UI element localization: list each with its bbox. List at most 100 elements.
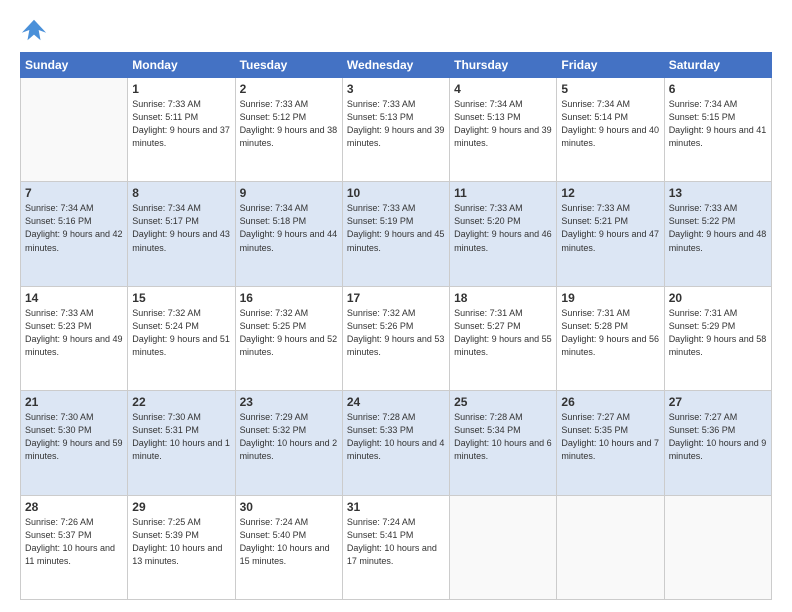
day-sun-info: Sunrise: 7:28 AM Sunset: 5:34 PM Dayligh… (454, 411, 552, 463)
calendar-day-cell: 3 Sunrise: 7:33 AM Sunset: 5:13 PM Daylig… (342, 78, 449, 182)
day-sun-info: Sunrise: 7:34 AM Sunset: 5:16 PM Dayligh… (25, 202, 123, 254)
day-sun-info: Sunrise: 7:33 AM Sunset: 5:21 PM Dayligh… (561, 202, 659, 254)
day-number: 6 (669, 82, 767, 96)
day-sun-info: Sunrise: 7:33 AM Sunset: 5:22 PM Dayligh… (669, 202, 767, 254)
day-number: 10 (347, 186, 445, 200)
calendar-day-cell: 23 Sunrise: 7:29 AM Sunset: 5:32 PM Dayli… (235, 391, 342, 495)
day-of-week-header: Thursday (450, 53, 557, 78)
calendar-day-cell: 21 Sunrise: 7:30 AM Sunset: 5:30 PM Dayli… (21, 391, 128, 495)
day-sun-info: Sunrise: 7:29 AM Sunset: 5:32 PM Dayligh… (240, 411, 338, 463)
day-sun-info: Sunrise: 7:31 AM Sunset: 5:29 PM Dayligh… (669, 307, 767, 359)
day-number: 30 (240, 500, 338, 514)
day-number: 21 (25, 395, 123, 409)
calendar-day-cell: 17 Sunrise: 7:32 AM Sunset: 5:26 PM Dayli… (342, 286, 449, 390)
day-number: 7 (25, 186, 123, 200)
calendar-day-cell: 25 Sunrise: 7:28 AM Sunset: 5:34 PM Dayli… (450, 391, 557, 495)
calendar-table: SundayMondayTuesdayWednesdayThursdayFrid… (20, 52, 772, 600)
day-sun-info: Sunrise: 7:33 AM Sunset: 5:11 PM Dayligh… (132, 98, 230, 150)
calendar-week-row: 14 Sunrise: 7:33 AM Sunset: 5:23 PM Dayli… (21, 286, 772, 390)
calendar-day-cell: 15 Sunrise: 7:32 AM Sunset: 5:24 PM Dayli… (128, 286, 235, 390)
day-number: 19 (561, 291, 659, 305)
calendar-day-cell (664, 495, 771, 599)
day-number: 20 (669, 291, 767, 305)
day-number: 16 (240, 291, 338, 305)
page: SundayMondayTuesdayWednesdayThursdayFrid… (0, 0, 792, 612)
day-sun-info: Sunrise: 7:27 AM Sunset: 5:35 PM Dayligh… (561, 411, 659, 463)
calendar-day-cell: 27Sunrise: 7:27 AM Sunset: 5:36 PM Dayli… (664, 391, 771, 495)
day-number: 2 (240, 82, 338, 96)
day-sun-info: Sunrise: 7:31 AM Sunset: 5:28 PM Dayligh… (561, 307, 659, 359)
day-number: 28 (25, 500, 123, 514)
day-sun-info: Sunrise: 7:34 AM Sunset: 5:14 PM Dayligh… (561, 98, 659, 150)
calendar-day-cell: 2 Sunrise: 7:33 AM Sunset: 5:12 PM Daylig… (235, 78, 342, 182)
day-number: 29 (132, 500, 230, 514)
day-sun-info: Sunrise: 7:28 AM Sunset: 5:33 PM Dayligh… (347, 411, 445, 463)
calendar-day-cell: 10 Sunrise: 7:33 AM Sunset: 5:19 PM Dayli… (342, 182, 449, 286)
day-sun-info: Sunrise: 7:25 AM Sunset: 5:39 PM Dayligh… (132, 516, 230, 568)
day-of-week-header: Tuesday (235, 53, 342, 78)
calendar-day-cell: 31 Sunrise: 7:24 AM Sunset: 5:41 PM Dayli… (342, 495, 449, 599)
calendar-day-cell: 6 Sunrise: 7:34 AM Sunset: 5:15 PM Daylig… (664, 78, 771, 182)
day-number: 23 (240, 395, 338, 409)
day-sun-info: Sunrise: 7:31 AM Sunset: 5:27 PM Dayligh… (454, 307, 552, 359)
calendar-day-cell: 1 Sunrise: 7:33 AM Sunset: 5:11 PM Daylig… (128, 78, 235, 182)
day-number: 3 (347, 82, 445, 96)
day-sun-info: Sunrise: 7:24 AM Sunset: 5:40 PM Dayligh… (240, 516, 338, 568)
calendar-day-cell: 24 Sunrise: 7:28 AM Sunset: 5:33 PM Dayli… (342, 391, 449, 495)
day-of-week-header: Sunday (21, 53, 128, 78)
calendar-day-cell: 7 Sunrise: 7:34 AM Sunset: 5:16 PM Daylig… (21, 182, 128, 286)
calendar-day-cell: 20 Sunrise: 7:31 AM Sunset: 5:29 PM Dayli… (664, 286, 771, 390)
day-number: 24 (347, 395, 445, 409)
day-sun-info: Sunrise: 7:34 AM Sunset: 5:13 PM Dayligh… (454, 98, 552, 150)
calendar-day-cell: 26 Sunrise: 7:27 AM Sunset: 5:35 PM Dayli… (557, 391, 664, 495)
day-number: 5 (561, 82, 659, 96)
calendar-day-cell (557, 495, 664, 599)
day-sun-info: Sunrise: 7:33 AM Sunset: 5:20 PM Dayligh… (454, 202, 552, 254)
day-number: 22 (132, 395, 230, 409)
calendar-day-cell: 9Sunrise: 7:34 AM Sunset: 5:18 PM Daylig… (235, 182, 342, 286)
day-number: 14 (25, 291, 123, 305)
day-sun-info: Sunrise: 7:34 AM Sunset: 5:17 PM Dayligh… (132, 202, 230, 254)
day-sun-info: Sunrise: 7:33 AM Sunset: 5:19 PM Dayligh… (347, 202, 445, 254)
day-of-week-header: Wednesday (342, 53, 449, 78)
day-number: 1 (132, 82, 230, 96)
day-number: 26 (561, 395, 659, 409)
calendar-day-cell: 16Sunrise: 7:32 AM Sunset: 5:25 PM Dayli… (235, 286, 342, 390)
day-number: 8 (132, 186, 230, 200)
calendar-day-cell: 30 Sunrise: 7:24 AM Sunset: 5:40 PM Dayli… (235, 495, 342, 599)
calendar-day-cell (21, 78, 128, 182)
day-number: 18 (454, 291, 552, 305)
day-sun-info: Sunrise: 7:33 AM Sunset: 5:23 PM Dayligh… (25, 307, 123, 359)
day-number: 4 (454, 82, 552, 96)
day-sun-info: Sunrise: 7:30 AM Sunset: 5:30 PM Dayligh… (25, 411, 123, 463)
day-number: 31 (347, 500, 445, 514)
calendar-week-row: 1 Sunrise: 7:33 AM Sunset: 5:11 PM Daylig… (21, 78, 772, 182)
day-sun-info: Sunrise: 7:32 AM Sunset: 5:24 PM Dayligh… (132, 307, 230, 359)
calendar-day-cell: 22 Sunrise: 7:30 AM Sunset: 5:31 PM Dayli… (128, 391, 235, 495)
day-number: 25 (454, 395, 552, 409)
day-sun-info: Sunrise: 7:24 AM Sunset: 5:41 PM Dayligh… (347, 516, 445, 568)
header (20, 16, 772, 44)
day-sun-info: Sunrise: 7:30 AM Sunset: 5:31 PM Dayligh… (132, 411, 230, 463)
calendar-day-cell: 18 Sunrise: 7:31 AM Sunset: 5:27 PM Dayli… (450, 286, 557, 390)
day-number: 17 (347, 291, 445, 305)
calendar-day-cell: 29 Sunrise: 7:25 AM Sunset: 5:39 PM Dayli… (128, 495, 235, 599)
calendar-week-row: 7 Sunrise: 7:34 AM Sunset: 5:16 PM Daylig… (21, 182, 772, 286)
calendar-day-cell: 11 Sunrise: 7:33 AM Sunset: 5:20 PM Dayli… (450, 182, 557, 286)
calendar-day-cell: 14 Sunrise: 7:33 AM Sunset: 5:23 PM Dayli… (21, 286, 128, 390)
day-sun-info: Sunrise: 7:33 AM Sunset: 5:12 PM Dayligh… (240, 98, 338, 150)
logo (20, 16, 52, 44)
calendar-day-cell: 4 Sunrise: 7:34 AM Sunset: 5:13 PM Daylig… (450, 78, 557, 182)
day-number: 12 (561, 186, 659, 200)
day-of-week-header: Saturday (664, 53, 771, 78)
calendar-day-cell: 5 Sunrise: 7:34 AM Sunset: 5:14 PM Daylig… (557, 78, 664, 182)
day-number: 15 (132, 291, 230, 305)
calendar-week-row: 21 Sunrise: 7:30 AM Sunset: 5:30 PM Dayli… (21, 391, 772, 495)
day-sun-info: Sunrise: 7:27 AM Sunset: 5:36 PM Dayligh… (669, 411, 767, 463)
calendar-day-cell: 13Sunrise: 7:33 AM Sunset: 5:22 PM Dayli… (664, 182, 771, 286)
calendar-day-cell: 28Sunrise: 7:26 AM Sunset: 5:37 PM Dayli… (21, 495, 128, 599)
day-number: 11 (454, 186, 552, 200)
day-sun-info: Sunrise: 7:32 AM Sunset: 5:26 PM Dayligh… (347, 307, 445, 359)
day-sun-info: Sunrise: 7:33 AM Sunset: 5:13 PM Dayligh… (347, 98, 445, 150)
day-sun-info: Sunrise: 7:34 AM Sunset: 5:15 PM Dayligh… (669, 98, 767, 150)
